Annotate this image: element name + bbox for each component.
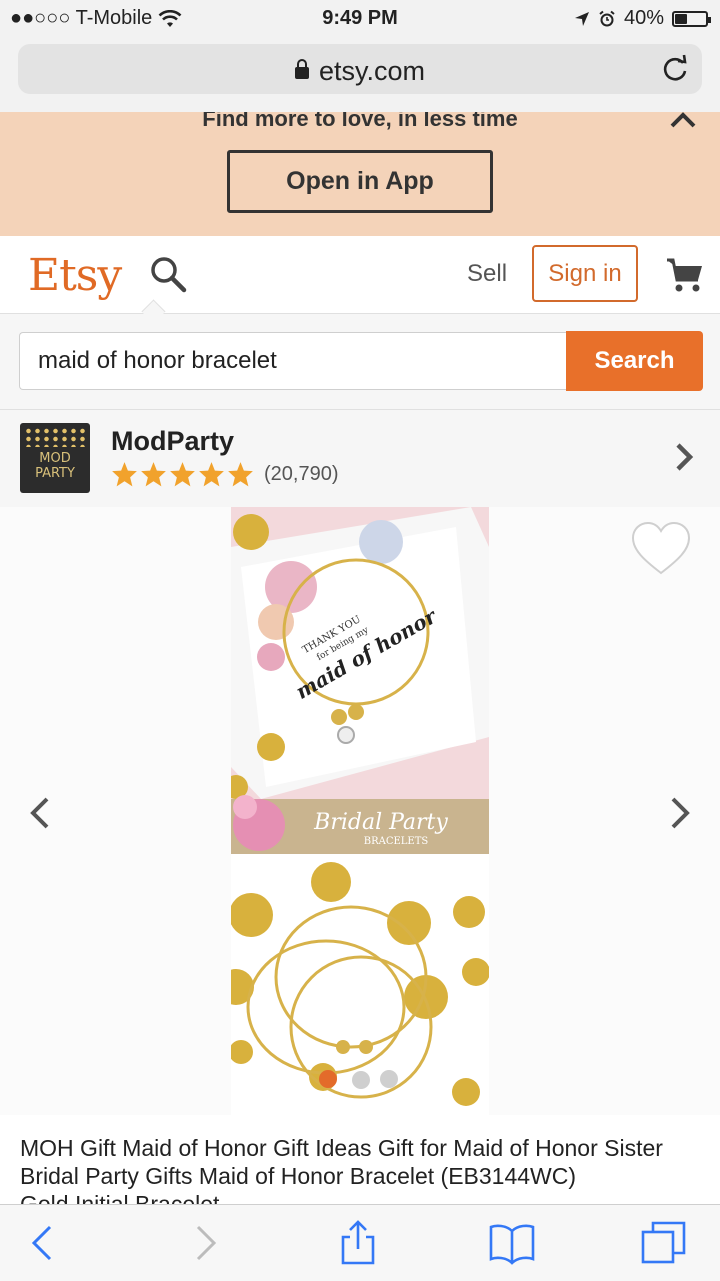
forward-icon[interactable] xyxy=(180,1219,228,1267)
search-bar: maid of honor bracelet Search xyxy=(0,314,720,410)
share-icon[interactable] xyxy=(334,1219,382,1267)
open-in-app-button[interactable]: Open in App xyxy=(227,150,493,213)
banner-message: Find more to love, in less time xyxy=(202,112,518,131)
bridal-party-text: Bridal Party xyxy=(313,810,448,835)
review-count: (20,790) xyxy=(264,463,339,485)
etsy-logo[interactable]: Etsy xyxy=(28,250,122,301)
sign-in-button[interactable]: Sign in xyxy=(532,245,638,302)
chevron-right-icon[interactable] xyxy=(640,752,720,872)
bookmarks-icon[interactable] xyxy=(488,1219,536,1267)
shop-name[interactable]: ModParty xyxy=(111,426,234,457)
location-arrow-icon xyxy=(574,11,589,26)
product-photo: THANK YOU for being my maid of honor Bri… xyxy=(231,507,489,1115)
sell-link[interactable]: Sell xyxy=(467,260,507,288)
browser-address-area: etsy.com xyxy=(0,36,720,113)
site-header: Etsy Sell Sign in xyxy=(0,236,720,314)
address-bar[interactable]: etsy.com xyxy=(18,44,702,94)
shop-row[interactable]: MOD PARTY ModParty (20,790) xyxy=(0,410,720,507)
bracelets-text: BRACELETS xyxy=(364,836,429,847)
shop-logo-text-mod: MOD xyxy=(39,451,71,466)
product-title-continued: Gold Initial Bracelet xyxy=(20,1191,220,1204)
search-icon[interactable] xyxy=(148,254,188,294)
star-icon xyxy=(170,462,195,487)
tabs-icon[interactable] xyxy=(640,1219,688,1267)
chevron-right-icon[interactable] xyxy=(672,440,696,474)
shop-logo: MOD PARTY xyxy=(20,423,90,493)
shop-logo-text-party: PARTY xyxy=(35,466,75,481)
chevron-left-icon[interactable] xyxy=(0,752,80,872)
star-icon xyxy=(199,462,224,487)
browser-toolbar xyxy=(0,1204,720,1281)
alarm-icon xyxy=(599,10,615,26)
star-icon xyxy=(228,462,253,487)
battery-percent: 40% xyxy=(623,7,664,29)
search-button[interactable]: Search xyxy=(566,331,703,391)
product-image[interactable]: THANK YOU for being my maid of honor Bri… xyxy=(231,507,489,1115)
back-icon[interactable] xyxy=(20,1219,68,1267)
url-text: etsy.com xyxy=(318,56,426,86)
search-input[interactable]: maid of honor bracelet xyxy=(19,332,567,390)
chevron-up-icon[interactable] xyxy=(668,112,698,134)
reload-icon[interactable] xyxy=(658,52,692,86)
star-icon xyxy=(112,462,137,487)
heart-icon[interactable] xyxy=(630,519,692,581)
cart-icon[interactable] xyxy=(666,256,704,294)
star-icon xyxy=(141,462,166,487)
status-bar: ●●○○○ T-Mobile 9:49 PM 40% xyxy=(0,0,720,36)
product-image-carousel: THANK YOU for being my maid of honor Bri… xyxy=(0,507,720,1115)
shop-rating: (20,790) xyxy=(111,461,339,488)
app-banner: Find more to love, in less time Open in … xyxy=(0,112,720,236)
battery-icon xyxy=(672,10,711,27)
lock-icon xyxy=(294,59,309,79)
